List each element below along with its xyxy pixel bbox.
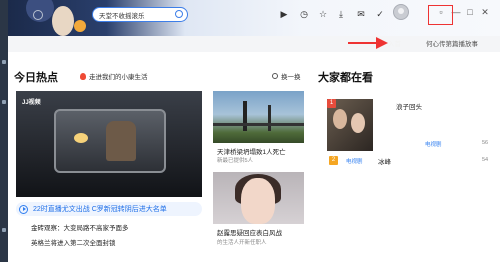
annotation-arrow bbox=[348, 37, 388, 49]
scene-lamp bbox=[74, 133, 88, 143]
search-input[interactable] bbox=[99, 9, 175, 21]
close-icon[interactable]: ✕ bbox=[479, 6, 491, 18]
news-thumbnail[interactable] bbox=[213, 172, 304, 224]
portrait-face bbox=[241, 178, 275, 224]
left-edge-strip bbox=[0, 0, 8, 262]
annotation-highlight-box bbox=[428, 5, 453, 25]
video-logo: JJ视频 bbox=[22, 100, 41, 106]
banner-artwork bbox=[8, 0, 98, 36]
scene-figure bbox=[333, 109, 347, 129]
trending-title[interactable]: 冰峰 bbox=[378, 156, 391, 166]
football-art bbox=[74, 20, 86, 32]
featured-headline[interactable]: 22时直播尤文出战 C罗新冠转阴后进大名单 bbox=[16, 202, 202, 216]
check-icon[interactable]: ✓ bbox=[374, 8, 386, 20]
strip-dot bbox=[2, 60, 6, 64]
scene-figure bbox=[106, 121, 136, 161]
star-icon[interactable]: ☆ bbox=[317, 8, 329, 20]
news-title[interactable]: 赵露思疑回应表白风战 bbox=[217, 227, 282, 237]
hot-topic-label: 走进我们的小康生活 bbox=[89, 74, 148, 81]
search-box[interactable] bbox=[92, 7, 188, 22]
news-meta: 的生活人开新任职人 bbox=[217, 240, 267, 246]
hot-topic-link[interactable]: 走进我们的小康生活 bbox=[80, 71, 148, 81]
trending-count: 54 bbox=[482, 157, 489, 163]
search-icon[interactable] bbox=[175, 10, 183, 18]
trending-count: 56 bbox=[482, 140, 489, 146]
back-icon[interactable] bbox=[33, 10, 43, 20]
notice-text-left: 入首 bbox=[388, 41, 401, 48]
trending-title[interactable]: 浪子回头 bbox=[396, 101, 422, 111]
news-title[interactable]: 天津桥梁坍塌致1人死亡 bbox=[217, 146, 286, 156]
news-list-item[interactable]: 金砖观察：大变局路不高家予面多 bbox=[31, 222, 129, 232]
bridge-deck bbox=[213, 123, 304, 126]
rank-badge: 1 bbox=[327, 99, 336, 108]
strip-dot bbox=[2, 228, 6, 232]
refresh-icon bbox=[272, 73, 278, 79]
news-meta: 新最已提供5人 bbox=[217, 158, 254, 164]
strip-dot bbox=[2, 100, 6, 104]
trending-tag: 电视剧 bbox=[346, 159, 363, 165]
mail-icon[interactable]: ✉ bbox=[355, 8, 367, 20]
featured-video-thumbnail[interactable]: JJ视频 bbox=[16, 91, 202, 197]
rank-badge: 2 bbox=[329, 156, 338, 165]
flame-icon bbox=[80, 72, 86, 80]
news-thumbnail[interactable] bbox=[213, 91, 304, 143]
section-title-trending: 大家都在看 bbox=[318, 72, 373, 84]
avatar[interactable] bbox=[393, 4, 409, 20]
maximize-icon[interactable]: □ bbox=[464, 6, 476, 18]
banner-figure bbox=[52, 6, 74, 36]
featured-headline-text: 22时直播尤文出战 C罗新冠转阴后进大名单 bbox=[33, 206, 167, 213]
clock-icon[interactable]: ◷ bbox=[298, 8, 310, 20]
section-title-hot: 今日热点 bbox=[14, 72, 58, 84]
scene-figure bbox=[351, 113, 365, 133]
news-list-item[interactable]: 英格兰将进入第二次全面封锁 bbox=[31, 237, 116, 247]
notice-text[interactable]: 何心传第篇播放事 bbox=[426, 38, 478, 48]
refresh-label: 换一换 bbox=[281, 74, 301, 81]
refresh-button[interactable]: 换一换 bbox=[272, 71, 301, 81]
play-circle-icon bbox=[19, 204, 28, 214]
download-icon[interactable]: ⤓ bbox=[335, 8, 347, 20]
play-icon[interactable]: ▶ bbox=[278, 8, 290, 20]
trending-tag: 电视剧 bbox=[425, 142, 442, 148]
bridge-tower bbox=[268, 105, 271, 131]
bridge-tower bbox=[243, 101, 247, 131]
